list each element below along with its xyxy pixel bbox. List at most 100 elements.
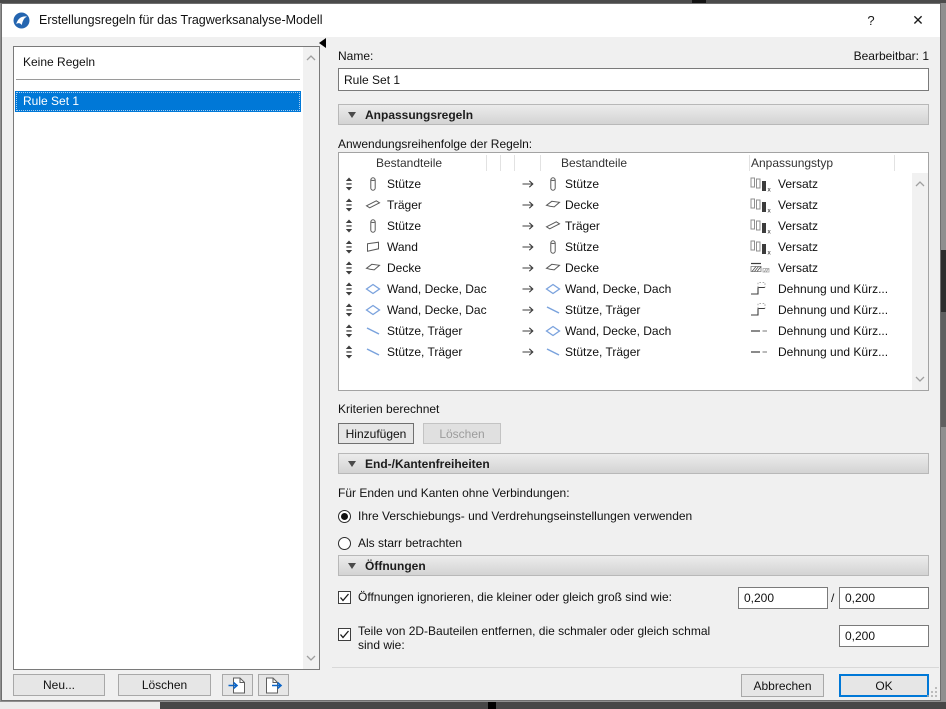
- background-right-dark: [941, 250, 946, 312]
- radio-label: Als starr betrachten: [358, 536, 462, 550]
- adjustment-type-label: Dehnung und Kürz...: [778, 345, 888, 359]
- drag-handle-icon[interactable]: [339, 176, 359, 192]
- cancel-button[interactable]: Abbrechen: [741, 674, 824, 697]
- list-item-rule-set-1[interactable]: Rule Set 1: [15, 91, 301, 112]
- rule-row[interactable]: Stütze Träger xVersatz: [339, 215, 928, 236]
- source-element-icon: [359, 239, 387, 255]
- scroll-up-icon[interactable]: [915, 181, 925, 187]
- target-element-icon: [541, 260, 565, 276]
- opening-size-input-1[interactable]: 0,200: [738, 587, 828, 609]
- rule-row[interactable]: Stütze, Träger Wand, Decke, Dach Dehnung…: [339, 320, 928, 341]
- maps-to-arrow-icon: [515, 220, 541, 232]
- section-anpassungsregeln[interactable]: Anpassungsregeln: [338, 104, 929, 125]
- import-rule-set-button[interactable]: [222, 674, 253, 696]
- source-element-icon: [359, 197, 387, 213]
- source-element-icon: [359, 323, 387, 339]
- adjustment-type: xVersatz: [750, 218, 911, 234]
- source-element-label: Wand, Decke, Dach: [387, 303, 487, 317]
- radio-label: Ihre Verschiebungs- und Verdrehungseinst…: [358, 509, 692, 523]
- rule-row[interactable]: Träger Decke xVersatz: [339, 194, 928, 215]
- title-bar[interactable]: Erstellungsregeln für das Tragwerksanaly…: [2, 4, 940, 37]
- adjustment-type-label: Dehnung und Kürz...: [778, 324, 888, 338]
- svg-text:x: x: [768, 228, 772, 234]
- rule-row[interactable]: Decke Decke Versatz: [339, 257, 928, 278]
- scroll-down-icon[interactable]: [306, 655, 316, 661]
- radio-unselected-icon[interactable]: [338, 537, 351, 550]
- drag-handle-icon[interactable]: [339, 302, 359, 318]
- panel-collapse-icon[interactable]: [319, 38, 326, 48]
- import-icon: [228, 677, 248, 694]
- section-title: Anpassungsregeln: [365, 108, 473, 122]
- maps-to-arrow-icon: [515, 178, 541, 190]
- source-element-label: Decke: [387, 261, 487, 275]
- header-source: Bestandteile: [359, 155, 487, 171]
- help-button[interactable]: ?: [851, 4, 891, 37]
- target-element-label: Wand, Decke, Dach: [565, 324, 750, 338]
- adjustment-type-icon: [750, 323, 774, 339]
- drag-handle-icon[interactable]: [339, 260, 359, 276]
- checkbox-remove-2d-parts[interactable]: Teile von 2D-Bauteilen entfernen, die sc…: [338, 624, 730, 652]
- part-width-input[interactable]: 0,200: [839, 625, 929, 647]
- name-input[interactable]: Rule Set 1: [338, 68, 929, 91]
- radio-selected-icon[interactable]: [338, 510, 351, 523]
- ok-button[interactable]: OK: [839, 674, 929, 697]
- opening-size-input-2[interactable]: 0,200: [839, 587, 929, 609]
- list-separator: [16, 79, 300, 80]
- drag-handle-icon[interactable]: [339, 218, 359, 234]
- source-element-icon: [359, 302, 387, 318]
- maps-to-arrow-icon: [515, 262, 541, 274]
- rule-row[interactable]: Stütze Stütze xVersatz: [339, 173, 928, 194]
- export-rule-set-button[interactable]: [258, 674, 289, 696]
- checkbox-checked-icon[interactable]: [338, 591, 351, 604]
- maps-to-arrow-icon: [515, 346, 541, 358]
- adjustment-type: Dehnung und Kürz...: [750, 281, 911, 297]
- drag-handle-icon[interactable]: [339, 197, 359, 213]
- radio-option-rigid[interactable]: Als starr betrachten: [338, 536, 462, 550]
- target-element-icon: [541, 302, 565, 318]
- adjustment-type-label: Versatz: [778, 177, 818, 191]
- maps-to-arrow-icon: [515, 283, 541, 295]
- target-element-label: Träger: [565, 219, 750, 233]
- target-element-label: Stütze: [565, 177, 750, 191]
- name-label: Name:: [338, 49, 373, 63]
- new-button[interactable]: Neu...: [13, 674, 105, 696]
- checkbox-ignore-openings[interactable]: Öffnungen ignorieren, die kleiner oder g…: [338, 590, 672, 604]
- section-collapse-icon: [348, 461, 356, 467]
- target-element-icon: [541, 197, 565, 213]
- adjustment-type-label: Dehnung und Kürz...: [778, 303, 888, 317]
- radio-option-displacement[interactable]: Ihre Verschiebungs- und Verdrehungseinst…: [338, 509, 692, 523]
- rule-row[interactable]: Wand, Decke, Dach Stütze, Träger Dehnung…: [339, 299, 928, 320]
- delete-rule-set-button[interactable]: Löschen: [118, 674, 211, 696]
- adjustment-type-icon: [750, 344, 774, 360]
- drag-handle-icon[interactable]: [339, 323, 359, 339]
- header-type: Anpassungstyp: [750, 155, 895, 171]
- scroll-up-icon[interactable]: [306, 55, 316, 61]
- drag-handle-icon[interactable]: [339, 344, 359, 360]
- checkbox-checked-icon[interactable]: [338, 628, 351, 641]
- add-rule-button[interactable]: Hinzufügen: [338, 423, 414, 444]
- rules-rows: Stütze Stütze xVersatz Träger Decke xVer…: [339, 173, 928, 362]
- target-element-icon: [541, 281, 565, 297]
- rules-table[interactable]: Bestandteile Bestandteile Anpassungstyp …: [338, 152, 929, 391]
- target-element-label: Stütze: [565, 240, 750, 254]
- background-right-mid: [941, 312, 946, 427]
- rule-row[interactable]: Wand Stütze xVersatz: [339, 236, 928, 257]
- rule-set-list[interactable]: Keine Regeln Rule Set 1: [13, 46, 320, 670]
- adjustment-type: x Versatz: [750, 176, 911, 192]
- list-item-keine-regeln[interactable]: Keine Regeln: [15, 52, 301, 73]
- section-oeffnungen[interactable]: Öffnungen: [338, 555, 929, 576]
- rule-row[interactable]: Stütze, Träger Stütze, Träger Dehnung un…: [339, 341, 928, 362]
- drag-handle-icon[interactable]: [339, 239, 359, 255]
- resize-grip[interactable]: [927, 687, 937, 697]
- delete-rule-button[interactable]: Löschen: [423, 423, 501, 444]
- rule-row[interactable]: Wand, Decke, Dach Wand, Decke, Dach Dehn…: [339, 278, 928, 299]
- adjustment-type-icon: x: [750, 176, 774, 192]
- drag-handle-icon[interactable]: [339, 281, 359, 297]
- scroll-down-icon[interactable]: [915, 376, 925, 382]
- close-button[interactable]: ✕: [896, 4, 940, 37]
- adjustment-type-icon: [750, 302, 774, 318]
- table-scrollbar[interactable]: [912, 173, 928, 390]
- adjustment-type-label: Versatz: [778, 261, 818, 275]
- list-scrollbar[interactable]: [303, 47, 319, 669]
- section-end-kantenfreiheiten[interactable]: End-/Kantenfreiheiten: [338, 453, 929, 474]
